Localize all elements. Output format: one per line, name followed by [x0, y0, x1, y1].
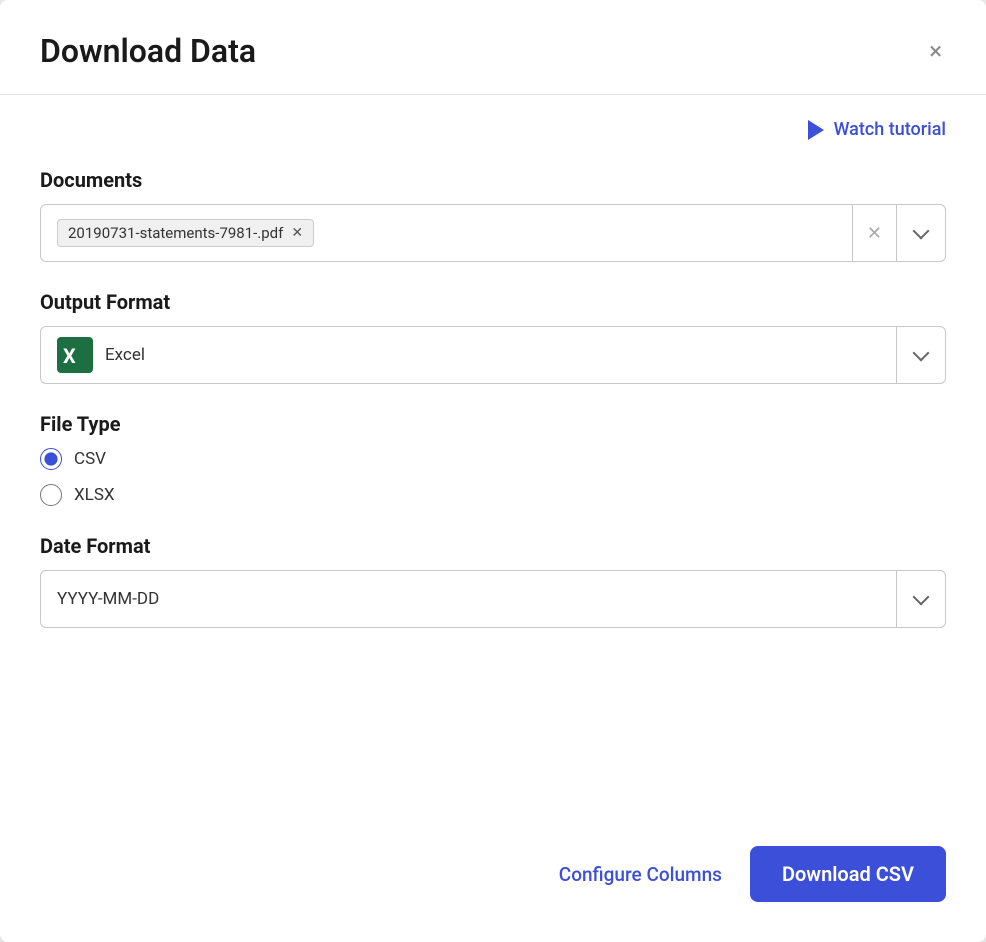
output-format-inner: X Excel	[41, 327, 896, 383]
chevron-down-icon-2	[913, 344, 930, 361]
file-type-csv-label: CSV	[74, 449, 106, 469]
file-type-csv-option[interactable]: CSV	[40, 448, 946, 470]
file-type-radio-group: CSV XLSX	[40, 448, 946, 506]
download-csv-button[interactable]: Download CSV	[750, 846, 946, 902]
file-type-xlsx-label: XLSX	[74, 485, 115, 505]
file-type-xlsx-radio[interactable]	[40, 484, 62, 506]
watch-tutorial-label: Watch tutorial	[834, 119, 946, 140]
play-icon	[808, 120, 824, 140]
configure-columns-button[interactable]: Configure Columns	[559, 863, 722, 886]
date-format-value: YYYY-MM-DD	[41, 579, 896, 619]
date-format-dropdown-button[interactable]	[897, 596, 945, 603]
output-format-field[interactable]: X Excel	[40, 326, 946, 384]
documents-label: Documents	[40, 168, 946, 192]
output-format-dropdown-button[interactable]	[897, 352, 945, 359]
file-type-label: File Type	[40, 412, 946, 436]
watch-tutorial-button[interactable]: Watch tutorial	[808, 119, 946, 140]
chevron-down-icon	[913, 222, 930, 239]
date-format-field[interactable]: YYYY-MM-DD	[40, 570, 946, 628]
date-format-section: Date Format YYYY-MM-DD	[40, 534, 946, 628]
chevron-down-icon-3	[913, 588, 930, 605]
output-format-value: Excel	[105, 345, 145, 365]
output-format-label: Output Format	[40, 290, 946, 314]
close-button[interactable]: ×	[925, 33, 946, 69]
file-type-csv-radio[interactable]	[40, 448, 62, 470]
file-type-section: File Type CSV XLSX	[40, 412, 946, 506]
modal-header: Download Data ×	[0, 0, 986, 95]
excel-icon: X	[57, 337, 93, 373]
svg-text:X: X	[63, 344, 76, 368]
download-data-modal: Download Data × Watch tutorial Documents…	[0, 0, 986, 942]
date-format-label: Date Format	[40, 534, 946, 558]
document-tag: 20190731-statements-7981-.pdf ✕	[57, 219, 314, 247]
documents-dropdown-button[interactable]	[897, 230, 945, 237]
documents-field-inner: 20190731-statements-7981-.pdf ✕	[41, 209, 852, 257]
modal-title: Download Data	[40, 32, 256, 70]
document-tag-text: 20190731-statements-7981-.pdf	[68, 224, 283, 242]
document-tag-remove[interactable]: ✕	[291, 225, 303, 241]
documents-clear-button[interactable]: ✕	[853, 223, 896, 244]
documents-field: 20190731-statements-7981-.pdf ✕ ✕	[40, 204, 946, 262]
watch-tutorial-row: Watch tutorial	[40, 119, 946, 140]
file-type-xlsx-option[interactable]: XLSX	[40, 484, 946, 506]
modal-body: Watch tutorial Documents 20190731-statem…	[0, 95, 986, 826]
modal-footer: Configure Columns Download CSV	[0, 826, 986, 942]
